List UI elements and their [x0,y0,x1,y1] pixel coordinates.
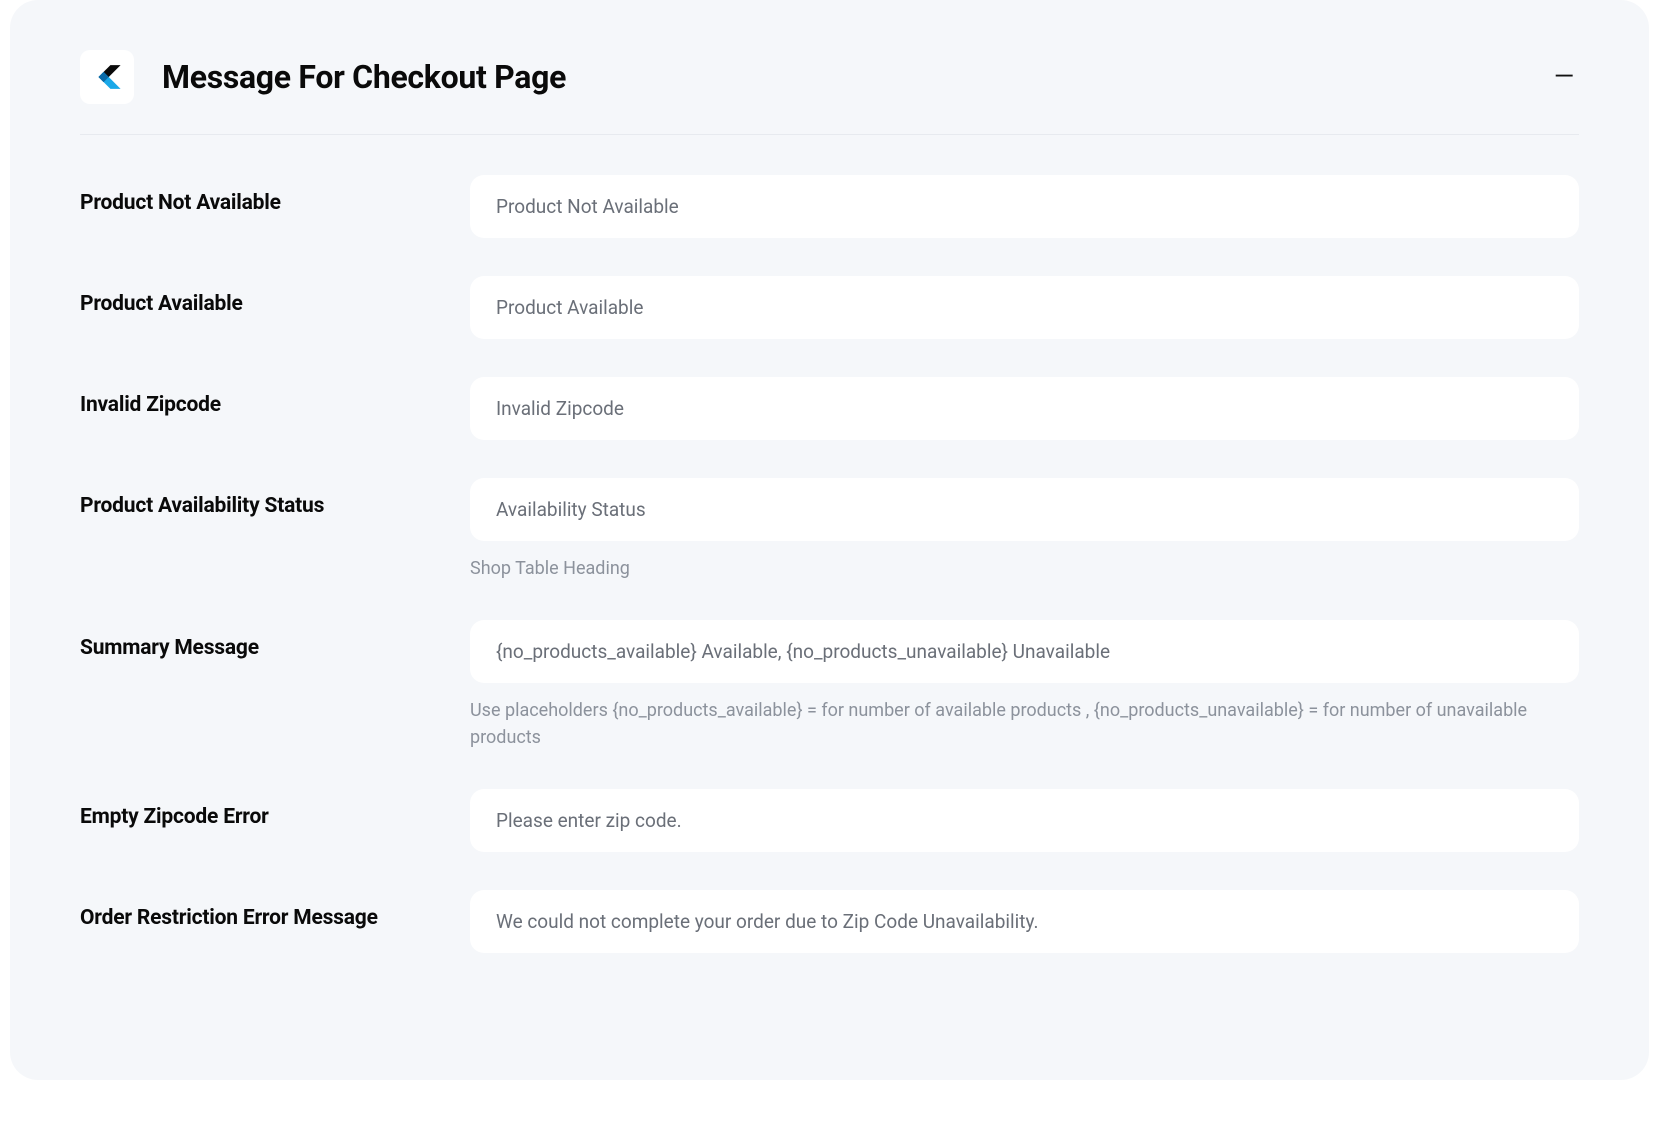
field-body: Shop Table Heading [470,478,1579,582]
empty-zipcode-error-input[interactable] [470,789,1579,852]
field-product-availability-status: Product Availability Status Shop Table H… [80,478,1579,582]
field-label: Product Not Available [80,175,450,217]
summary-message-input[interactable] [470,620,1579,683]
minus-icon: — [1554,62,1574,92]
product-availability-status-input[interactable] [470,478,1579,541]
collapse-button[interactable]: — [1549,62,1579,92]
field-body [470,789,1579,852]
field-body [470,276,1579,339]
field-body [470,377,1579,440]
helper-text: Shop Table Heading [470,555,1579,582]
field-empty-zipcode-error: Empty Zipcode Error [80,789,1579,852]
field-product-not-available: Product Not Available [80,175,1579,238]
field-label: Product Available [80,276,450,318]
field-label: Empty Zipcode Error [80,789,450,831]
order-restriction-error-input[interactable] [470,890,1579,953]
field-label: Product Availability Status [80,478,450,520]
product-available-input[interactable] [470,276,1579,339]
field-label: Invalid Zipcode [80,377,450,419]
field-product-available: Product Available [80,276,1579,339]
field-label: Summary Message [80,620,450,662]
helper-text: Use placeholders {no_products_available}… [470,697,1579,751]
header-left: Message For Checkout Page [80,50,566,104]
settings-card: Message For Checkout Page — Product Not … [10,0,1649,1080]
field-body [470,890,1579,953]
card-header: Message For Checkout Page — [80,50,1579,135]
field-summary-message: Summary Message Use placeholders {no_pro… [80,620,1579,751]
field-label: Order Restriction Error Message [80,890,450,932]
card-title: Message For Checkout Page [162,58,566,96]
invalid-zipcode-input[interactable] [470,377,1579,440]
field-order-restriction-error: Order Restriction Error Message [80,890,1579,953]
brand-logo-icon [80,50,134,104]
product-not-available-input[interactable] [470,175,1579,238]
field-body: Use placeholders {no_products_available}… [470,620,1579,751]
field-body [470,175,1579,238]
field-invalid-zipcode: Invalid Zipcode [80,377,1579,440]
